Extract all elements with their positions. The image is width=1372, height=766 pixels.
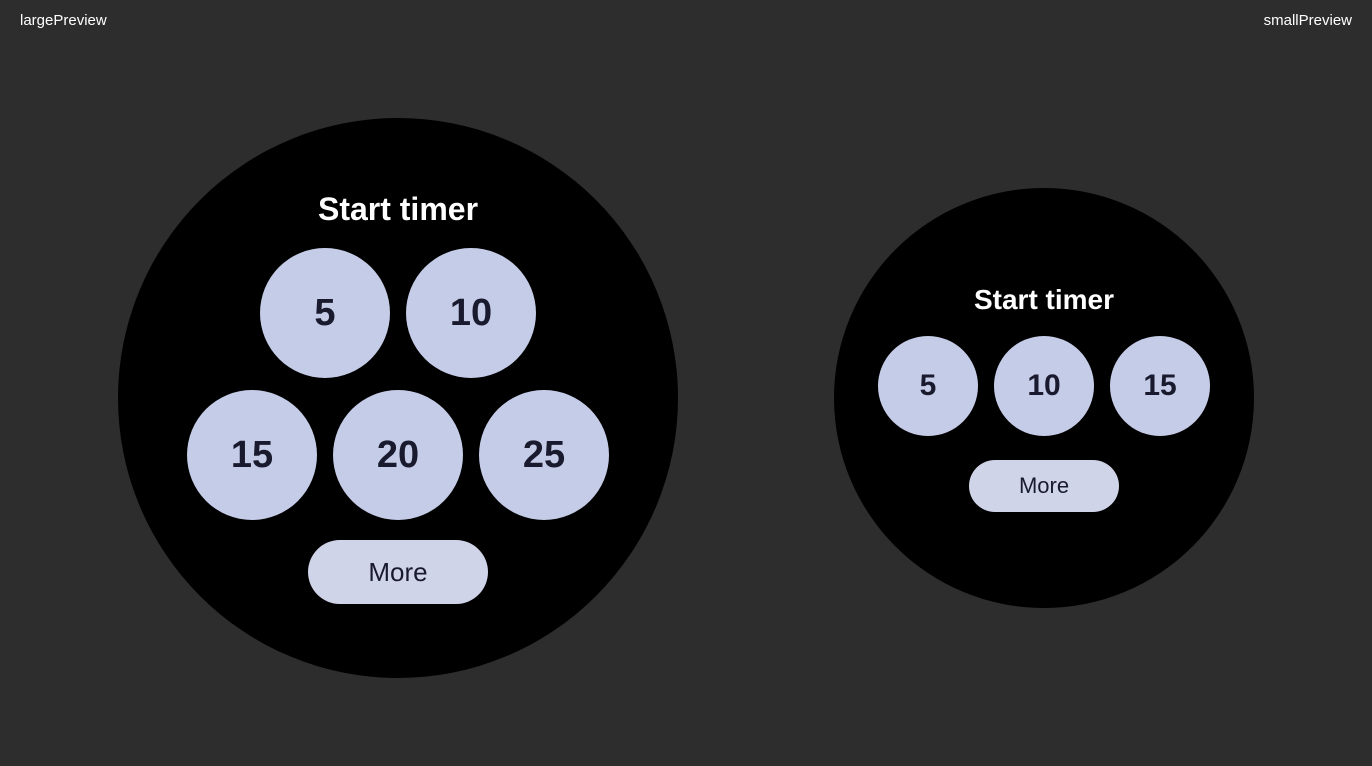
large-timer-10[interactable]: 10	[406, 248, 536, 378]
small-watch-title: Start timer	[974, 284, 1114, 316]
small-watch-preview: Start timer 5 10 15 More	[834, 188, 1254, 608]
large-timer-buttons: 5 10 15 20 25 More	[187, 248, 609, 604]
large-watch-preview: Start timer 5 10 15 20 25 More	[118, 118, 678, 678]
small-timer-buttons: 5 10 15 More	[878, 336, 1210, 512]
large-timer-row-2: 15 20 25	[187, 390, 609, 520]
small-timer-row-1: 5 10 15	[878, 336, 1210, 436]
large-timer-25[interactable]: 25	[479, 390, 609, 520]
large-more-button[interactable]: More	[308, 540, 488, 604]
large-timer-15[interactable]: 15	[187, 390, 317, 520]
large-watch-title: Start timer	[318, 191, 478, 228]
small-timer-5[interactable]: 5	[878, 336, 978, 436]
large-timer-row-1: 5 10	[260, 248, 536, 378]
small-timer-15[interactable]: 15	[1110, 336, 1210, 436]
small-preview-label: smallPreview	[1264, 12, 1352, 29]
small-more-button[interactable]: More	[969, 460, 1119, 512]
large-preview-label: largePreview	[20, 12, 1264, 29]
large-timer-5[interactable]: 5	[260, 248, 390, 378]
large-timer-20[interactable]: 20	[333, 390, 463, 520]
small-timer-10[interactable]: 10	[994, 336, 1094, 436]
